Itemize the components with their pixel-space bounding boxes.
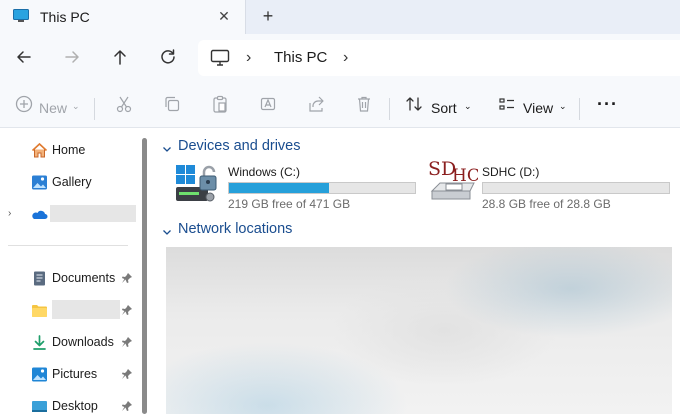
command-bar: New ⌄ Sort ⌄ View ⌄ ···	[0, 80, 680, 128]
refresh-button[interactable]	[157, 46, 179, 68]
sidebar-item-label: Gallery	[52, 175, 92, 189]
this-pc-icon	[210, 49, 230, 67]
sidebar-item-documents[interactable]: Documents	[0, 264, 140, 292]
tab-this-pc[interactable]: This PC ✕	[0, 0, 246, 34]
more-options-button[interactable]: ···	[597, 94, 618, 115]
pin-icon[interactable]	[121, 400, 133, 412]
divider	[389, 98, 390, 120]
network-locations-area	[166, 247, 672, 414]
tab-strip: This PC ✕ +	[0, 0, 680, 34]
drive-free-space: 219 GB free of 471 GB	[228, 197, 351, 211]
rename-icon[interactable]	[258, 94, 278, 116]
drive-usage-fill	[229, 183, 329, 193]
onedrive-icon	[31, 206, 48, 223]
content-pane: Devices and drives Windows (C:) 219 GB f…	[150, 128, 680, 414]
sidebar-scrollbar[interactable]	[142, 138, 147, 414]
delete-icon[interactable]	[354, 94, 374, 116]
monitor-icon	[13, 9, 29, 23]
sidebar-item-label: Downloads	[52, 335, 114, 349]
desktop-icon	[31, 398, 48, 414]
drive-usage-bar	[482, 182, 670, 194]
view-button[interactable]: View	[523, 100, 553, 116]
new-tab-button[interactable]: +	[258, 6, 278, 26]
sidebar-item-label: Home	[52, 143, 86, 157]
group-label: Network locations	[178, 221, 293, 237]
divider	[8, 245, 128, 246]
back-button[interactable]	[13, 46, 35, 68]
view-chevron-icon: ⌄	[559, 101, 567, 111]
sidebar-item-label: Desktop	[52, 399, 98, 413]
new-chevron-icon: ⌄	[72, 101, 80, 111]
pin-icon[interactable]	[121, 336, 133, 348]
chevron-down-icon	[162, 225, 172, 235]
address-bar[interactable]: › This PC ›	[198, 40, 680, 76]
drive-sdhc-d[interactable]: SD HC SDHC (D:) 28.8 GB free of 28.8 GB	[428, 158, 678, 215]
breadcrumb-separator[interactable]: ›	[343, 49, 357, 67]
redacted-label	[50, 205, 136, 222]
pin-icon[interactable]	[121, 304, 133, 316]
pin-icon[interactable]	[121, 368, 133, 380]
new-plus-icon	[14, 94, 34, 116]
new-button[interactable]: New	[39, 100, 67, 116]
sidebar-item-onedrive[interactable]	[0, 200, 140, 228]
sdhc-drive-icon: SD HC	[428, 157, 480, 205]
drive-name: Windows (C:)	[228, 165, 301, 179]
sidebar-item-desktop[interactable]: Desktop	[0, 392, 140, 414]
sidebar-item-downloads[interactable]: Downloads	[0, 328, 140, 356]
group-label: Devices and drives	[178, 138, 301, 154]
sidebar-item-label: Pictures	[52, 367, 98, 381]
sidebar-item-home[interactable]: Home	[0, 136, 140, 164]
breadcrumb-this-pc[interactable]: This PC	[274, 49, 327, 66]
drive-windows-c[interactable]: Windows (C:) 219 GB free of 471 GB	[176, 165, 426, 215]
divider	[94, 98, 95, 120]
sidebar-item-folder[interactable]	[0, 296, 140, 324]
sort-chevron-icon: ⌄	[464, 101, 472, 111]
view-icon	[497, 94, 517, 116]
cut-icon[interactable]	[114, 94, 134, 116]
pictures-icon	[31, 366, 48, 383]
home-icon	[31, 142, 48, 159]
sidebar-item-pictures[interactable]: Pictures	[0, 360, 140, 388]
drive-name: SDHC (D:)	[482, 165, 540, 179]
downloads-icon	[31, 334, 48, 351]
navigation-bar: › This PC ›	[0, 34, 680, 80]
up-button[interactable]	[109, 46, 131, 68]
paste-icon[interactable]	[210, 94, 230, 116]
sidebar-item-gallery[interactable]: Gallery	[0, 168, 140, 196]
forward-button[interactable]	[61, 46, 83, 68]
gallery-icon	[31, 174, 48, 191]
sort-button[interactable]: Sort	[431, 100, 457, 116]
folder-icon	[31, 302, 48, 319]
drive-free-space: 28.8 GB free of 28.8 GB	[482, 197, 611, 211]
copy-icon[interactable]	[162, 94, 182, 116]
documents-icon	[31, 270, 48, 287]
windows-drive-icon	[176, 165, 222, 203]
chevron-down-icon	[162, 142, 172, 152]
share-icon[interactable]	[306, 94, 326, 116]
redacted-label	[52, 300, 120, 319]
divider	[579, 98, 580, 120]
drive-usage-bar	[228, 182, 416, 194]
tab-title: This PC	[40, 9, 90, 25]
pin-icon[interactable]	[121, 272, 133, 284]
close-tab-icon[interactable]: ✕	[216, 8, 232, 24]
sort-icon	[404, 94, 424, 116]
breadcrumb-separator[interactable]: ›	[246, 49, 260, 67]
navigation-pane: Home Gallery › Documents Downloads Pictu…	[0, 128, 148, 414]
sidebar-item-label: Documents	[52, 271, 116, 285]
